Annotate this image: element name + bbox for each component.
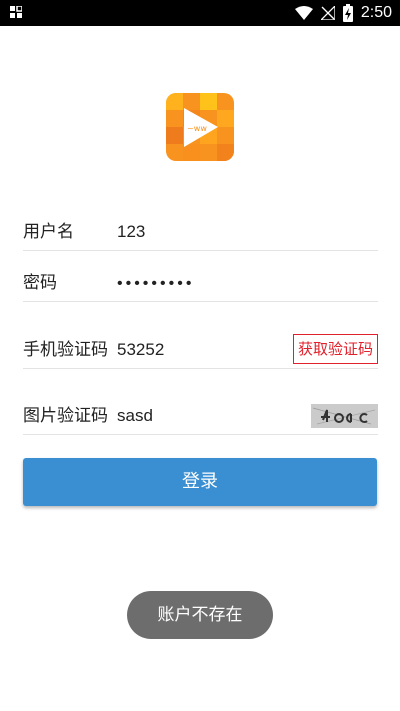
battery-charging-icon [342,4,353,22]
svg-text:~ww: ~ww [187,124,207,133]
password-row: 密码 ••••••••• [23,257,378,302]
image-code-field[interactable]: sasd [117,406,153,426]
username-label: 用户名 [23,222,74,242]
image-code-row: 图片验证码 sasd [23,390,378,435]
captcha-image[interactable] [311,404,378,428]
image-code-label: 图片验证码 [23,406,108,426]
password-field[interactable]: ••••••••• [117,275,194,293]
username-field[interactable]: 123 [117,222,145,242]
status-bar: 2:50 [0,0,400,26]
username-row: 用户名 123 [23,206,378,251]
wifi-icon [294,6,313,20]
sms-code-row: 手机验证码 53252 获取验证码 [23,324,378,369]
login-button[interactable]: 登录 [23,458,377,506]
grid-icon [10,6,22,18]
toast-message: 账户不存在 [127,591,273,639]
sms-code-field[interactable]: 53252 [117,340,164,360]
video-play-app-icon: ~ww [166,93,234,161]
get-sms-code-button[interactable]: 获取验证码 [292,334,378,364]
password-label: 密码 [23,273,57,293]
no-signal-icon [320,6,335,20]
status-time: 2:50 [360,4,392,21]
sms-code-label: 手机验证码 [23,340,108,360]
